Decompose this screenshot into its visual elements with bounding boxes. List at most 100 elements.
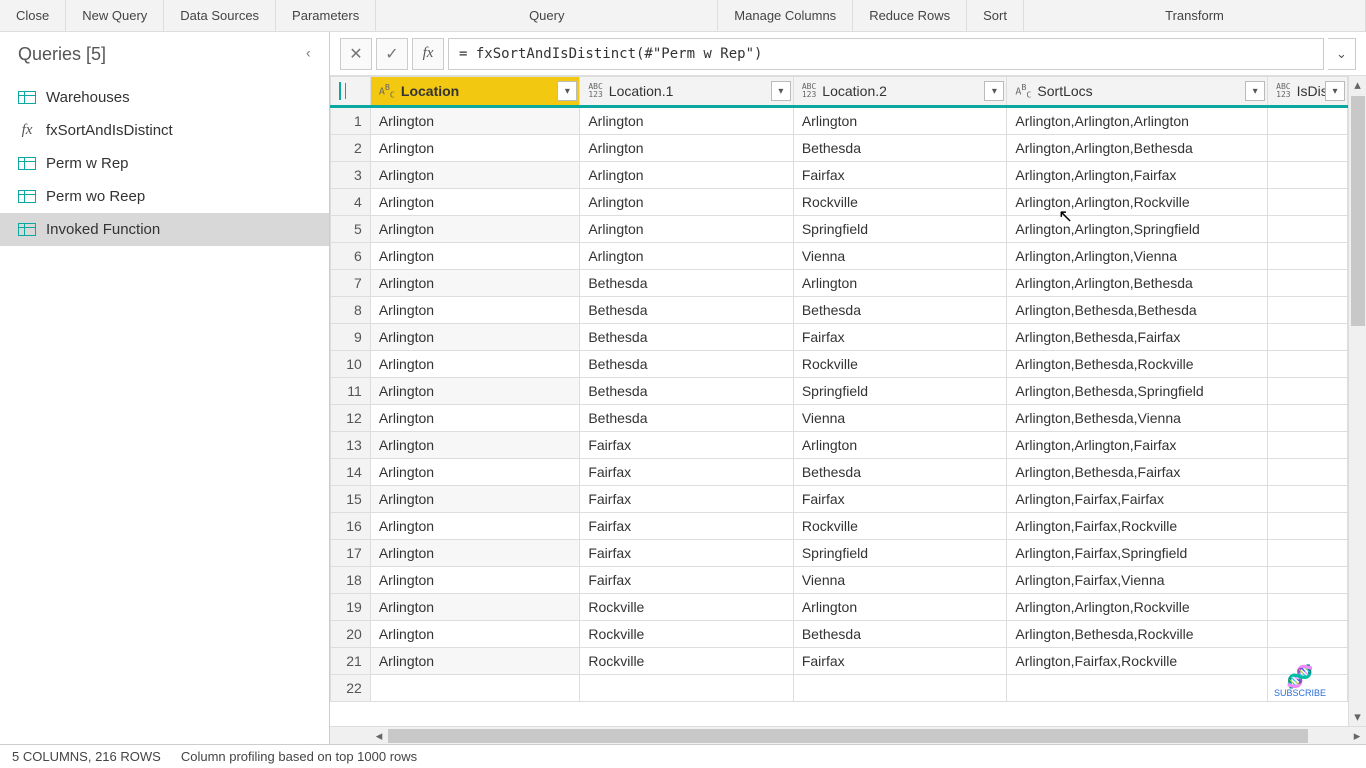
- scroll-down-icon[interactable]: ▾: [1349, 708, 1366, 726]
- query-item-fxsortandisdistinct[interactable]: fxfxSortAndIsDistinct: [0, 114, 329, 147]
- cell[interactable]: Bethesda: [793, 459, 1007, 486]
- cell[interactable]: Arlington,Arlington,Fairfax: [1007, 432, 1268, 459]
- cell[interactable]: Fairfax: [793, 324, 1007, 351]
- row-number[interactable]: 16: [331, 513, 371, 540]
- cell[interactable]: Arlington: [370, 243, 580, 270]
- cell[interactable]: [1268, 189, 1348, 216]
- cell[interactable]: Arlington,Bethesda,Rockville: [1007, 351, 1268, 378]
- cell[interactable]: Arlington,Arlington,Arlington: [1007, 107, 1268, 135]
- row-number[interactable]: 20: [331, 621, 371, 648]
- cell[interactable]: Fairfax: [580, 567, 794, 594]
- row-number[interactable]: 5: [331, 216, 371, 243]
- cell[interactable]: Arlington: [370, 432, 580, 459]
- row-number[interactable]: 17: [331, 540, 371, 567]
- cell[interactable]: Arlington: [580, 162, 794, 189]
- cell[interactable]: Arlington,Bethesda,Fairfax: [1007, 324, 1268, 351]
- cell[interactable]: Arlington: [370, 540, 580, 567]
- cell[interactable]: [1268, 216, 1348, 243]
- table-row[interactable]: 8ArlingtonBethesdaBethesdaArlington,Beth…: [331, 297, 1348, 324]
- cell[interactable]: Arlington,Arlington,Rockville: [1007, 594, 1268, 621]
- fx-button[interactable]: fx: [412, 38, 444, 70]
- cell[interactable]: Rockville: [793, 189, 1007, 216]
- cell[interactable]: [370, 675, 580, 702]
- cell[interactable]: Rockville: [580, 594, 794, 621]
- cell[interactable]: Arlington: [370, 405, 580, 432]
- cell[interactable]: Arlington: [370, 297, 580, 324]
- row-number[interactable]: 21: [331, 648, 371, 675]
- ribbon-parameters[interactable]: Parameters: [276, 0, 376, 31]
- table-row[interactable]: 18ArlingtonFairfaxViennaArlington,Fairfa…: [331, 567, 1348, 594]
- column-filter-button[interactable]: ▾: [771, 81, 791, 101]
- query-item-invoked-function[interactable]: Invoked Function: [0, 213, 329, 246]
- cell[interactable]: Arlington: [580, 189, 794, 216]
- row-number[interactable]: 12: [331, 405, 371, 432]
- cell[interactable]: [1268, 107, 1348, 135]
- cell[interactable]: Arlington: [580, 216, 794, 243]
- table-row[interactable]: 6ArlingtonArlingtonViennaArlington,Arlin…: [331, 243, 1348, 270]
- cell[interactable]: Arlington: [580, 107, 794, 135]
- row-number[interactable]: 9: [331, 324, 371, 351]
- cell[interactable]: Arlington: [370, 594, 580, 621]
- table-row[interactable]: 14ArlingtonFairfaxBethesdaArlington,Beth…: [331, 459, 1348, 486]
- cell[interactable]: Arlington,Fairfax,Fairfax: [1007, 486, 1268, 513]
- cell[interactable]: Arlington: [580, 135, 794, 162]
- cell[interactable]: Arlington: [793, 432, 1007, 459]
- cell[interactable]: Arlington: [370, 189, 580, 216]
- cell[interactable]: [793, 675, 1007, 702]
- table-row[interactable]: 19ArlingtonRockvilleArlingtonArlington,A…: [331, 594, 1348, 621]
- cell[interactable]: Rockville: [793, 513, 1007, 540]
- table-row[interactable]: 16ArlingtonFairfaxRockvilleArlington,Fai…: [331, 513, 1348, 540]
- cancel-formula-button[interactable]: ✕: [340, 38, 372, 70]
- cell[interactable]: Arlington: [793, 270, 1007, 297]
- ribbon-close[interactable]: Close: [0, 0, 66, 31]
- column-header-location-2[interactable]: ABC123Location.2▾: [793, 77, 1007, 107]
- row-number[interactable]: 18: [331, 567, 371, 594]
- table-row[interactable]: 4ArlingtonArlingtonRockvilleArlington,Ar…: [331, 189, 1348, 216]
- cell[interactable]: [1268, 297, 1348, 324]
- row-number[interactable]: 13: [331, 432, 371, 459]
- row-number[interactable]: 22: [331, 675, 371, 702]
- ribbon-manage-columns[interactable]: Manage Columns: [718, 0, 853, 31]
- column-header-location-1[interactable]: ABC123Location.1▾: [580, 77, 794, 107]
- cell[interactable]: Fairfax: [580, 459, 794, 486]
- column-filter-button[interactable]: ▾: [1245, 81, 1265, 101]
- table-row[interactable]: 17ArlingtonFairfaxSpringfieldArlington,F…: [331, 540, 1348, 567]
- cell[interactable]: Arlington: [370, 107, 580, 135]
- cell[interactable]: Arlington: [370, 567, 580, 594]
- table-row[interactable]: 13ArlingtonFairfaxArlingtonArlington,Arl…: [331, 432, 1348, 459]
- cell[interactable]: Arlington: [370, 459, 580, 486]
- cell[interactable]: Arlington,Fairfax,Vienna: [1007, 567, 1268, 594]
- table-row[interactable]: 21ArlingtonRockvilleFairfaxArlington,Fai…: [331, 648, 1348, 675]
- cell[interactable]: Arlington: [370, 486, 580, 513]
- cell[interactable]: [1268, 675, 1348, 702]
- cell[interactable]: Arlington: [370, 324, 580, 351]
- column-filter-button[interactable]: ▾: [557, 81, 577, 101]
- apply-formula-button[interactable]: ✓: [376, 38, 408, 70]
- cell[interactable]: [1268, 432, 1348, 459]
- ribbon-transform[interactable]: Transform: [1024, 0, 1366, 31]
- cell[interactable]: Bethesda: [580, 405, 794, 432]
- cell[interactable]: Bethesda: [580, 270, 794, 297]
- table-row[interactable]: 9ArlingtonBethesdaFairfaxArlington,Bethe…: [331, 324, 1348, 351]
- cell[interactable]: Fairfax: [793, 162, 1007, 189]
- cell[interactable]: Arlington,Bethesda,Rockville: [1007, 621, 1268, 648]
- row-number[interactable]: 6: [331, 243, 371, 270]
- cell[interactable]: Arlington,Fairfax,Rockville: [1007, 648, 1268, 675]
- cell[interactable]: Arlington: [370, 216, 580, 243]
- cell[interactable]: Arlington,Arlington,Springfield: [1007, 216, 1268, 243]
- table-row[interactable]: 15ArlingtonFairfaxFairfaxArlington,Fairf…: [331, 486, 1348, 513]
- cell[interactable]: Arlington,Arlington,Bethesda: [1007, 135, 1268, 162]
- table-row[interactable]: 10ArlingtonBethesdaRockvilleArlington,Be…: [331, 351, 1348, 378]
- cell[interactable]: Bethesda: [580, 351, 794, 378]
- vertical-scroll-thumb[interactable]: [1351, 96, 1365, 326]
- cell[interactable]: Fairfax: [793, 648, 1007, 675]
- cell[interactable]: Bethesda: [580, 378, 794, 405]
- ribbon-reduce-rows[interactable]: Reduce Rows: [853, 0, 967, 31]
- cell[interactable]: Arlington: [580, 243, 794, 270]
- row-number[interactable]: 19: [331, 594, 371, 621]
- cell[interactable]: Arlington: [370, 648, 580, 675]
- table-row[interactable]: 3ArlingtonArlingtonFairfaxArlington,Arli…: [331, 162, 1348, 189]
- expand-formula-button[interactable]: ⌄: [1328, 38, 1356, 70]
- cell[interactable]: Rockville: [580, 648, 794, 675]
- cell[interactable]: Springfield: [793, 378, 1007, 405]
